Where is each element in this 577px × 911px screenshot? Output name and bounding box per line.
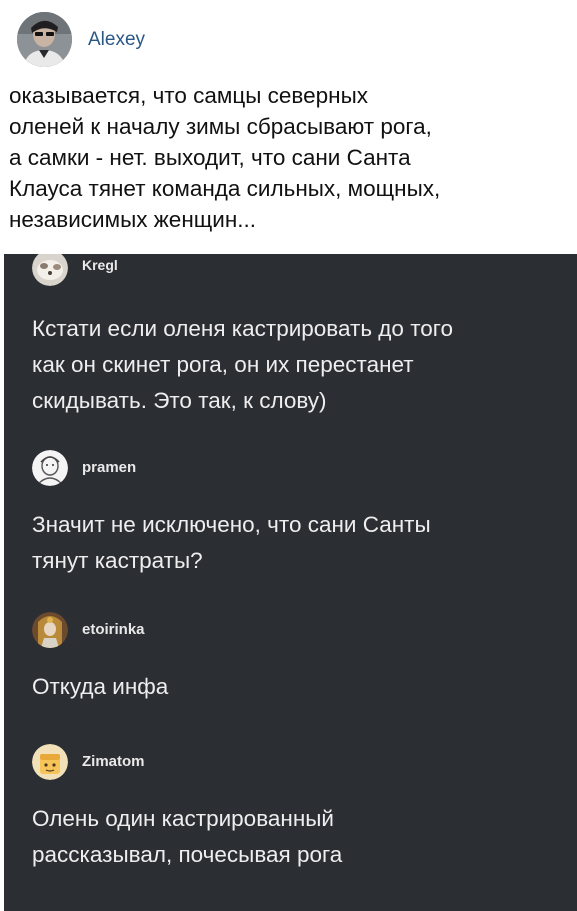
- reply-text: Откуда инфа: [32, 674, 169, 699]
- reply-text: Значит не исключено, что сани Санты тяну…: [32, 512, 431, 573]
- author-name-link[interactable]: Alexey: [88, 29, 145, 51]
- reply-avatar[interactable]: [32, 744, 68, 780]
- reply-username[interactable]: etoirinka: [82, 621, 145, 638]
- cartoon-avatar-icon: [32, 744, 68, 780]
- reply-avatar[interactable]: [32, 450, 68, 486]
- ornate-figure-avatar-icon: [32, 612, 68, 648]
- fluffy-pet-avatar-icon: [32, 254, 68, 286]
- post-text: оказывается, что самцы северных оленей к…: [9, 83, 441, 232]
- reply-avatar[interactable]: [32, 612, 68, 648]
- reply-username[interactable]: Zimatom: [82, 753, 145, 770]
- vk-post: Alexey оказывается, что самцы северных о…: [0, 0, 577, 254]
- image-border: [0, 254, 4, 911]
- reply-username[interactable]: pramen: [82, 459, 136, 476]
- reply-text: Олень один кастрированный рассказывал, п…: [32, 806, 343, 867]
- sketch-portrait-avatar-icon: [32, 450, 68, 486]
- person-photo-icon: [17, 12, 72, 67]
- reply-text: Кстати если оленя кастрировать до того к…: [32, 316, 453, 413]
- reply-avatar[interactable]: [32, 254, 68, 286]
- author-avatar[interactable]: [17, 12, 72, 67]
- comment-thread: Kregl Кстати если оленя кастрировать до …: [0, 254, 577, 911]
- reply-username[interactable]: Kregl: [82, 257, 118, 273]
